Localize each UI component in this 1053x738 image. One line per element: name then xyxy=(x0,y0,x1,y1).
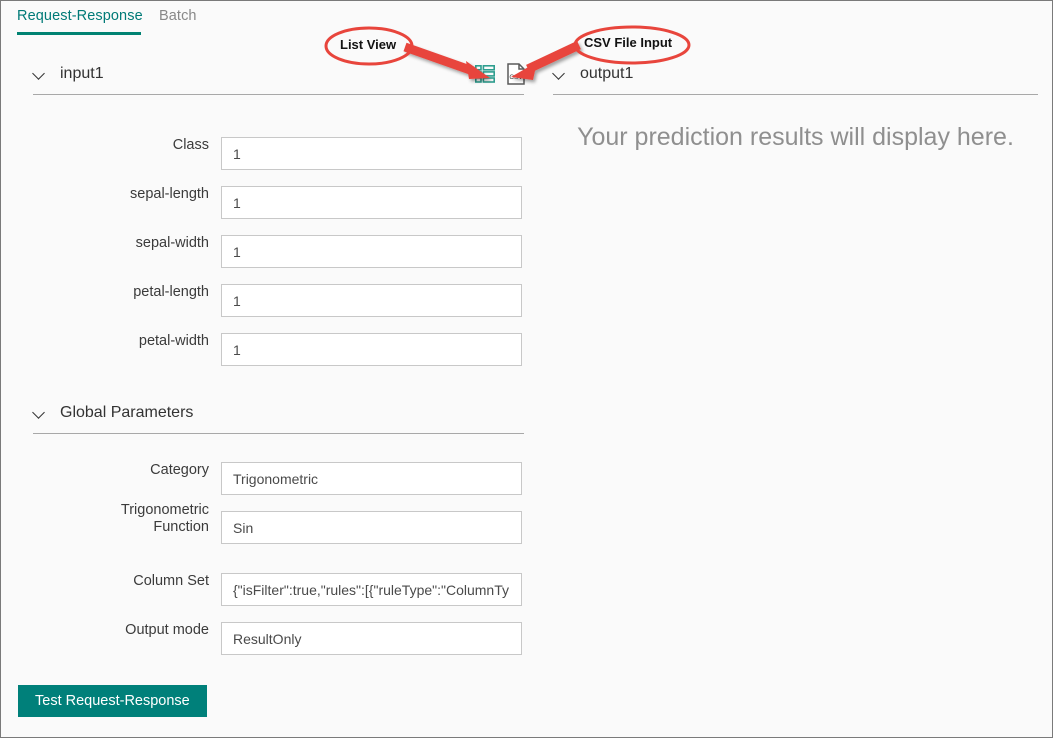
field-label-class: Class xyxy=(172,137,209,153)
section-title-global-parameters: Global Parameters xyxy=(60,404,194,421)
chevron-down-icon xyxy=(33,406,47,420)
chevron-down-icon xyxy=(553,67,567,81)
section-header-global-parameters[interactable]: Global Parameters xyxy=(33,404,193,422)
form-row: petal-width xyxy=(1,333,531,366)
divider-input1 xyxy=(33,94,524,95)
form-row: sepal-length xyxy=(1,186,531,219)
svg-text:CSV: CSV xyxy=(509,74,523,81)
field-input-column-set[interactable] xyxy=(221,573,522,606)
field-input-category[interactable] xyxy=(221,462,522,495)
section-title-input1: input1 xyxy=(60,65,104,82)
field-label-sepal-length: sepal-length xyxy=(130,186,209,202)
tab-batch[interactable]: Batch xyxy=(159,8,197,24)
tab-request-response[interactable]: Request-Response xyxy=(17,8,143,24)
field-input-class[interactable] xyxy=(221,137,522,170)
divider-global-parameters xyxy=(33,433,524,434)
form-row: Category xyxy=(1,462,531,495)
field-input-output-mode[interactable] xyxy=(221,622,522,655)
form-row: Class xyxy=(1,137,531,170)
form-row: Output mode xyxy=(1,622,531,655)
field-input-trigonometric-function[interactable] xyxy=(221,511,522,544)
annotation-label-list-view: List View xyxy=(340,37,397,52)
chevron-down-icon xyxy=(33,67,47,81)
field-label-sepal-width: sepal-width xyxy=(135,235,209,251)
section-header-input1[interactable]: input1 xyxy=(33,65,104,83)
form-row: Column Set xyxy=(1,573,531,606)
form-row: petal-length xyxy=(1,284,531,317)
field-label-column-set: Column Set xyxy=(133,573,209,589)
field-input-petal-length[interactable] xyxy=(221,284,522,317)
test-request-response-button[interactable]: Test Request-Response xyxy=(18,685,207,717)
field-input-petal-width[interactable] xyxy=(221,333,522,366)
divider-output1 xyxy=(553,94,1038,95)
tab-active-indicator xyxy=(17,32,141,35)
section-header-output1[interactable]: output1 xyxy=(553,65,633,83)
field-label-category: Category xyxy=(150,462,209,478)
field-label-trigonometric-function: Trigonometric Function xyxy=(120,502,209,535)
list-view-icon[interactable] xyxy=(475,65,495,83)
annotation-label-csv-file-input: CSV File Input xyxy=(584,35,673,50)
field-label-petal-width: petal-width xyxy=(138,333,209,349)
tab-bar: Request-Response Batch xyxy=(1,1,1052,41)
field-label-petal-length: petal-length xyxy=(133,284,209,300)
form-row: sepal-width xyxy=(1,235,531,268)
field-input-sepal-width[interactable] xyxy=(221,235,522,268)
field-input-sepal-length[interactable] xyxy=(221,186,522,219)
csv-file-icon[interactable]: CSV xyxy=(507,63,526,85)
section-title-output1: output1 xyxy=(580,65,634,82)
field-label-output-mode: Output mode xyxy=(125,622,209,638)
output-placeholder-text: Your prediction results will display her… xyxy=(577,123,1014,151)
web-service-test-panel: Request-Response Batch input1 CSV output… xyxy=(0,0,1053,738)
form-row: Trigonometric Function xyxy=(1,502,531,544)
